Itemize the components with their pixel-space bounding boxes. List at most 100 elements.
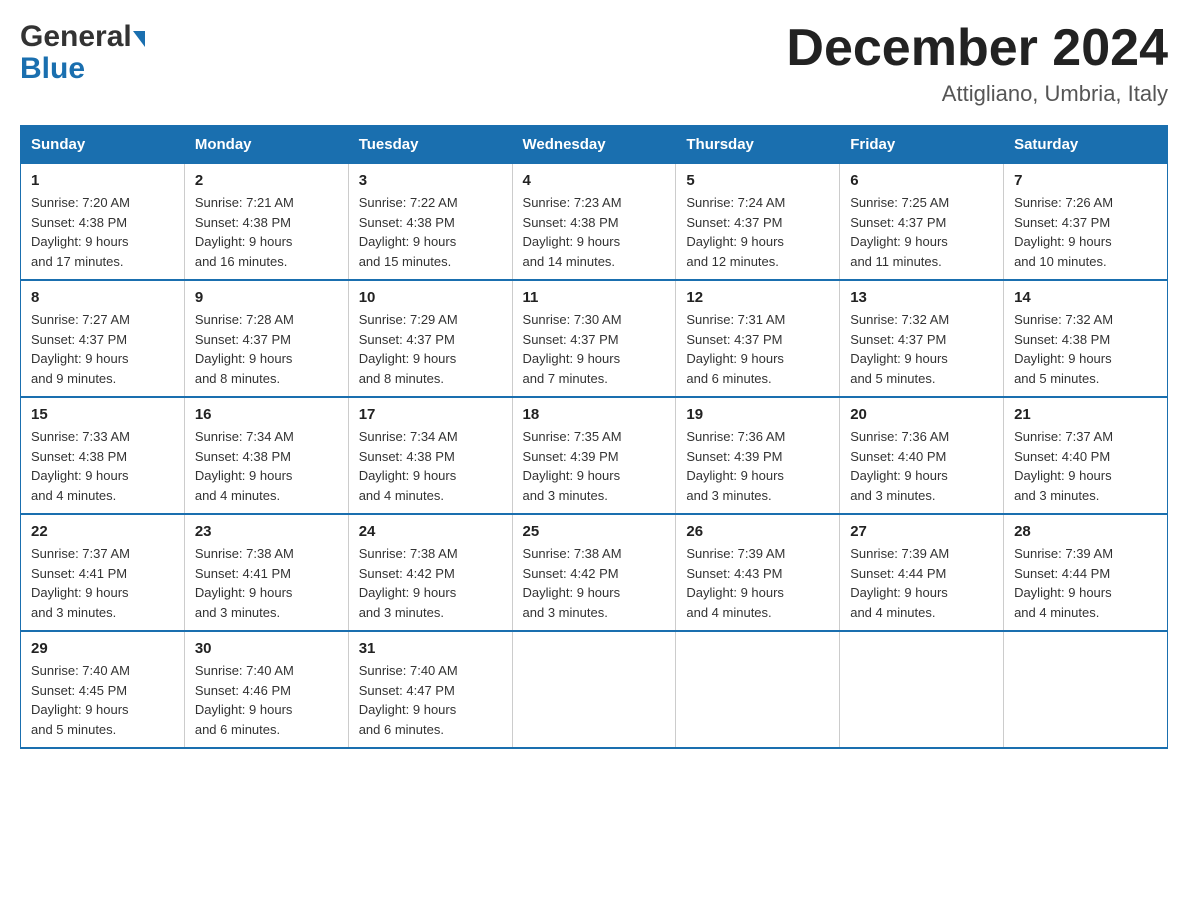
header-thursday: Thursday xyxy=(676,126,840,164)
day-number: 17 xyxy=(359,406,502,423)
calendar-cell: 30 Sunrise: 7:40 AMSunset: 4:46 PMDaylig… xyxy=(184,631,348,748)
calendar-cell: 26 Sunrise: 7:39 AMSunset: 4:43 PMDaylig… xyxy=(676,514,840,631)
day-number: 23 xyxy=(195,523,338,540)
day-info: Sunrise: 7:32 AMSunset: 4:37 PMDaylight:… xyxy=(850,312,949,386)
calendar-cell: 25 Sunrise: 7:38 AMSunset: 4:42 PMDaylig… xyxy=(512,514,676,631)
day-info: Sunrise: 7:32 AMSunset: 4:38 PMDaylight:… xyxy=(1014,312,1113,386)
calendar-cell: 18 Sunrise: 7:35 AMSunset: 4:39 PMDaylig… xyxy=(512,397,676,514)
header-tuesday: Tuesday xyxy=(348,126,512,164)
day-info: Sunrise: 7:23 AMSunset: 4:38 PMDaylight:… xyxy=(523,195,622,269)
page-header: General Blue December 2024 Attigliano, U… xyxy=(20,20,1168,107)
header-friday: Friday xyxy=(840,126,1004,164)
header-saturday: Saturday xyxy=(1004,126,1168,164)
calendar-cell: 14 Sunrise: 7:32 AMSunset: 4:38 PMDaylig… xyxy=(1004,280,1168,397)
calendar-cell: 28 Sunrise: 7:39 AMSunset: 4:44 PMDaylig… xyxy=(1004,514,1168,631)
calendar-cell xyxy=(676,631,840,748)
calendar-cell: 6 Sunrise: 7:25 AMSunset: 4:37 PMDayligh… xyxy=(840,164,1004,281)
calendar-table: SundayMondayTuesdayWednesdayThursdayFrid… xyxy=(20,125,1168,749)
day-number: 11 xyxy=(523,289,666,306)
day-number: 1 xyxy=(31,172,174,189)
day-info: Sunrise: 7:40 AMSunset: 4:46 PMDaylight:… xyxy=(195,663,294,737)
day-number: 15 xyxy=(31,406,174,423)
header-sunday: Sunday xyxy=(21,126,185,164)
calendar-cell xyxy=(512,631,676,748)
day-number: 3 xyxy=(359,172,502,189)
day-number: 13 xyxy=(850,289,993,306)
day-info: Sunrise: 7:22 AMSunset: 4:38 PMDaylight:… xyxy=(359,195,458,269)
day-number: 25 xyxy=(523,523,666,540)
calendar-cell: 12 Sunrise: 7:31 AMSunset: 4:37 PMDaylig… xyxy=(676,280,840,397)
calendar-week-row: 29 Sunrise: 7:40 AMSunset: 4:45 PMDaylig… xyxy=(21,631,1168,748)
calendar-cell: 8 Sunrise: 7:27 AMSunset: 4:37 PMDayligh… xyxy=(21,280,185,397)
day-number: 19 xyxy=(686,406,829,423)
calendar-cell: 24 Sunrise: 7:38 AMSunset: 4:42 PMDaylig… xyxy=(348,514,512,631)
day-info: Sunrise: 7:40 AMSunset: 4:45 PMDaylight:… xyxy=(31,663,130,737)
day-info: Sunrise: 7:35 AMSunset: 4:39 PMDaylight:… xyxy=(523,429,622,503)
calendar-cell: 5 Sunrise: 7:24 AMSunset: 4:37 PMDayligh… xyxy=(676,164,840,281)
day-number: 10 xyxy=(359,289,502,306)
header-wednesday: Wednesday xyxy=(512,126,676,164)
calendar-cell: 7 Sunrise: 7:26 AMSunset: 4:37 PMDayligh… xyxy=(1004,164,1168,281)
calendar-cell: 17 Sunrise: 7:34 AMSunset: 4:38 PMDaylig… xyxy=(348,397,512,514)
day-number: 24 xyxy=(359,523,502,540)
calendar-header-row: SundayMondayTuesdayWednesdayThursdayFrid… xyxy=(21,126,1168,164)
day-number: 7 xyxy=(1014,172,1157,189)
day-info: Sunrise: 7:28 AMSunset: 4:37 PMDaylight:… xyxy=(195,312,294,386)
day-info: Sunrise: 7:30 AMSunset: 4:37 PMDaylight:… xyxy=(523,312,622,386)
day-number: 9 xyxy=(195,289,338,306)
calendar-cell: 10 Sunrise: 7:29 AMSunset: 4:37 PMDaylig… xyxy=(348,280,512,397)
calendar-cell: 20 Sunrise: 7:36 AMSunset: 4:40 PMDaylig… xyxy=(840,397,1004,514)
calendar-cell: 31 Sunrise: 7:40 AMSunset: 4:47 PMDaylig… xyxy=(348,631,512,748)
title-block: December 2024 Attigliano, Umbria, Italy xyxy=(786,20,1168,107)
calendar-cell: 1 Sunrise: 7:20 AMSunset: 4:38 PMDayligh… xyxy=(21,164,185,281)
day-info: Sunrise: 7:38 AMSunset: 4:42 PMDaylight:… xyxy=(523,546,622,620)
day-number: 30 xyxy=(195,640,338,657)
day-info: Sunrise: 7:40 AMSunset: 4:47 PMDaylight:… xyxy=(359,663,458,737)
day-number: 4 xyxy=(523,172,666,189)
calendar-cell: 23 Sunrise: 7:38 AMSunset: 4:41 PMDaylig… xyxy=(184,514,348,631)
day-info: Sunrise: 7:34 AMSunset: 4:38 PMDaylight:… xyxy=(195,429,294,503)
day-number: 31 xyxy=(359,640,502,657)
day-info: Sunrise: 7:26 AMSunset: 4:37 PMDaylight:… xyxy=(1014,195,1113,269)
day-info: Sunrise: 7:20 AMSunset: 4:38 PMDaylight:… xyxy=(31,195,130,269)
day-number: 16 xyxy=(195,406,338,423)
day-info: Sunrise: 7:38 AMSunset: 4:42 PMDaylight:… xyxy=(359,546,458,620)
day-info: Sunrise: 7:21 AMSunset: 4:38 PMDaylight:… xyxy=(195,195,294,269)
day-number: 8 xyxy=(31,289,174,306)
calendar-cell: 3 Sunrise: 7:22 AMSunset: 4:38 PMDayligh… xyxy=(348,164,512,281)
day-info: Sunrise: 7:36 AMSunset: 4:39 PMDaylight:… xyxy=(686,429,785,503)
day-info: Sunrise: 7:34 AMSunset: 4:38 PMDaylight:… xyxy=(359,429,458,503)
day-info: Sunrise: 7:33 AMSunset: 4:38 PMDaylight:… xyxy=(31,429,130,503)
day-info: Sunrise: 7:36 AMSunset: 4:40 PMDaylight:… xyxy=(850,429,949,503)
day-info: Sunrise: 7:25 AMSunset: 4:37 PMDaylight:… xyxy=(850,195,949,269)
day-info: Sunrise: 7:39 AMSunset: 4:44 PMDaylight:… xyxy=(850,546,949,620)
day-info: Sunrise: 7:27 AMSunset: 4:37 PMDaylight:… xyxy=(31,312,130,386)
day-number: 14 xyxy=(1014,289,1157,306)
calendar-cell: 4 Sunrise: 7:23 AMSunset: 4:38 PMDayligh… xyxy=(512,164,676,281)
calendar-cell: 19 Sunrise: 7:36 AMSunset: 4:39 PMDaylig… xyxy=(676,397,840,514)
day-number: 6 xyxy=(850,172,993,189)
logo-arrow-icon xyxy=(133,31,145,47)
calendar-week-row: 1 Sunrise: 7:20 AMSunset: 4:38 PMDayligh… xyxy=(21,164,1168,281)
calendar-cell: 9 Sunrise: 7:28 AMSunset: 4:37 PMDayligh… xyxy=(184,280,348,397)
page-subtitle: Attigliano, Umbria, Italy xyxy=(786,81,1168,107)
calendar-cell: 13 Sunrise: 7:32 AMSunset: 4:37 PMDaylig… xyxy=(840,280,1004,397)
day-number: 27 xyxy=(850,523,993,540)
day-number: 29 xyxy=(31,640,174,657)
day-number: 26 xyxy=(686,523,829,540)
header-monday: Monday xyxy=(184,126,348,164)
day-info: Sunrise: 7:39 AMSunset: 4:44 PMDaylight:… xyxy=(1014,546,1113,620)
day-info: Sunrise: 7:38 AMSunset: 4:41 PMDaylight:… xyxy=(195,546,294,620)
calendar-cell: 27 Sunrise: 7:39 AMSunset: 4:44 PMDaylig… xyxy=(840,514,1004,631)
day-info: Sunrise: 7:37 AMSunset: 4:40 PMDaylight:… xyxy=(1014,429,1113,503)
logo: General Blue xyxy=(20,20,145,86)
calendar-cell: 2 Sunrise: 7:21 AMSunset: 4:38 PMDayligh… xyxy=(184,164,348,281)
day-info: Sunrise: 7:24 AMSunset: 4:37 PMDaylight:… xyxy=(686,195,785,269)
calendar-cell xyxy=(1004,631,1168,748)
calendar-cell: 22 Sunrise: 7:37 AMSunset: 4:41 PMDaylig… xyxy=(21,514,185,631)
page-title: December 2024 xyxy=(786,20,1168,77)
calendar-cell: 29 Sunrise: 7:40 AMSunset: 4:45 PMDaylig… xyxy=(21,631,185,748)
day-number: 28 xyxy=(1014,523,1157,540)
day-number: 18 xyxy=(523,406,666,423)
day-info: Sunrise: 7:37 AMSunset: 4:41 PMDaylight:… xyxy=(31,546,130,620)
